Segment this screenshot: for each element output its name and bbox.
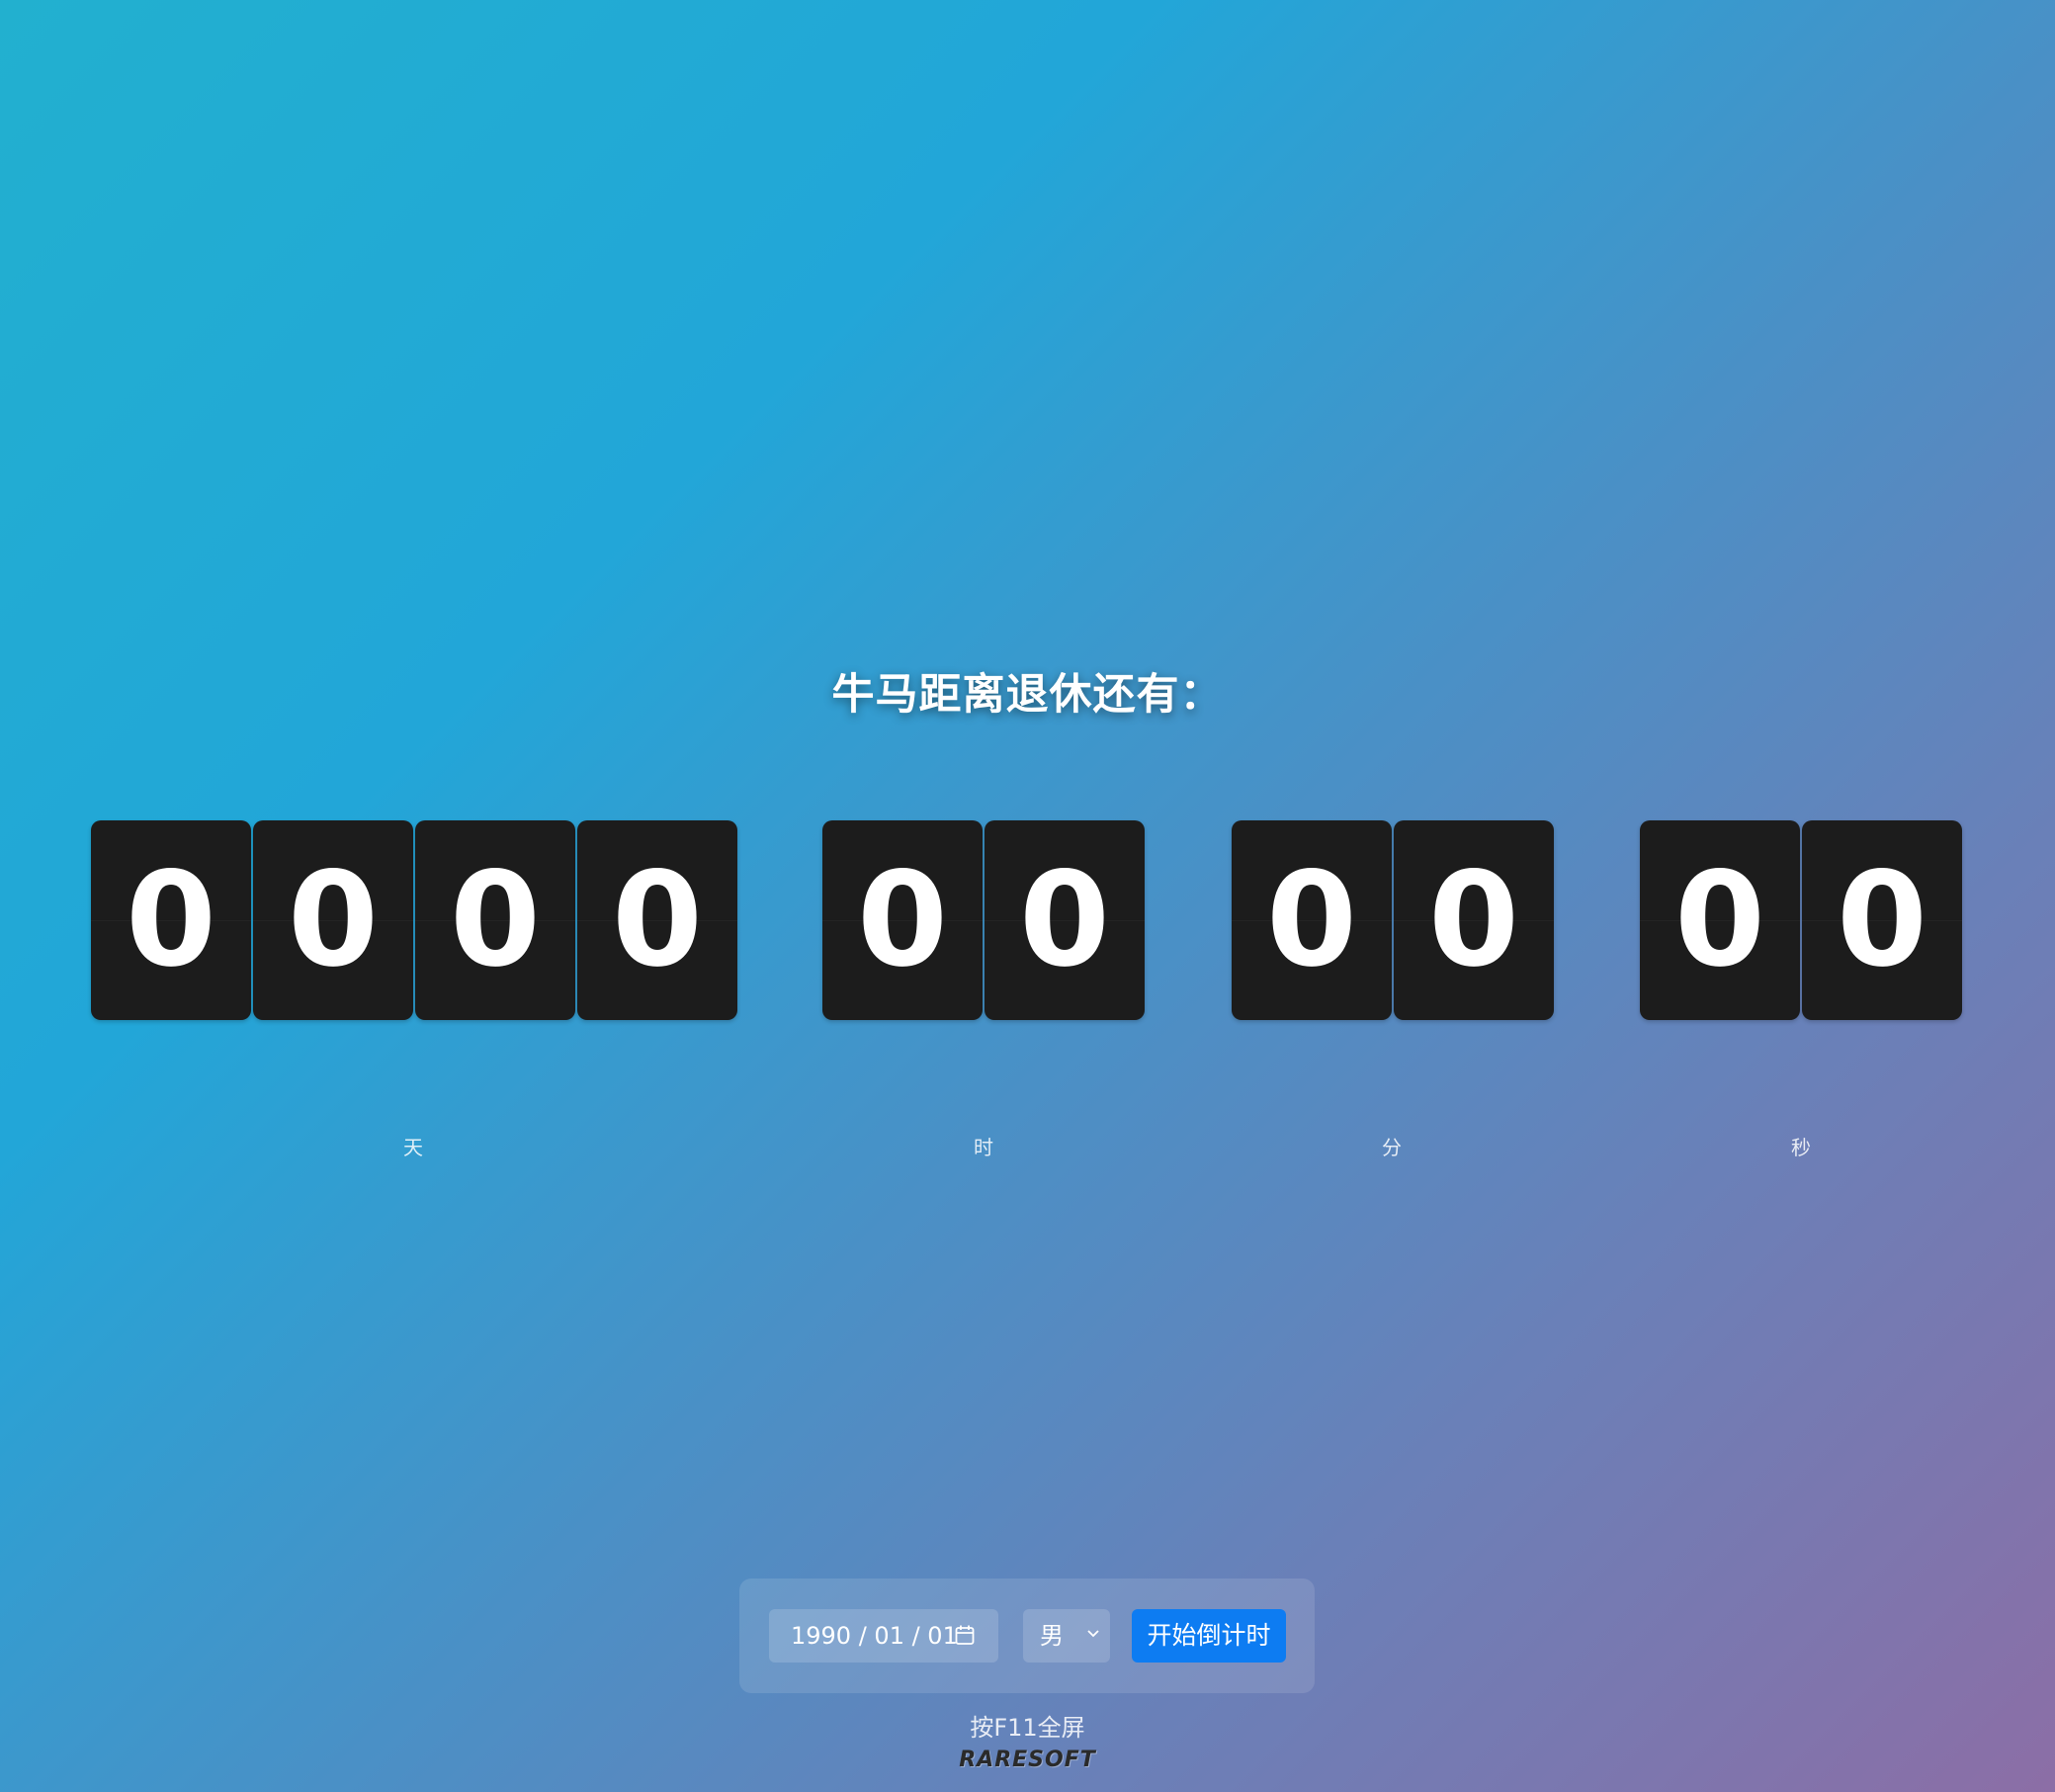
minutes-counter: 0 0 [1232,820,1554,1020]
seconds-counter: 0 0 [1640,820,1962,1020]
birth-date-input[interactable]: 1990 / 01 / 01 [769,1609,998,1663]
birth-date-value: 1990 / 01 / 01 [791,1622,958,1650]
days-label: 天 [403,1136,423,1159]
calendar-icon[interactable] [955,1624,975,1646]
hours-label: 时 [974,1136,993,1159]
digit-tile: 0 [577,820,737,1020]
start-countdown-button[interactable]: 开始倒计时 [1132,1609,1286,1663]
digit-tile: 0 [822,820,983,1020]
digit-tile: 0 [415,820,575,1020]
chevron-down-icon [1087,1630,1099,1638]
digit-tile: 0 [1394,820,1554,1020]
digit-tile: 0 [1640,820,1800,1020]
gender-value: 男 [1040,1622,1064,1650]
hours-counter: 0 0 [822,820,1145,1020]
seconds-label: 秒 [1791,1136,1811,1159]
gender-select[interactable]: 男 [1023,1609,1110,1663]
fullscreen-hint: 按F11全屏 [970,1714,1085,1742]
digit-tile: 0 [1802,820,1962,1020]
minutes-label: 分 [1382,1136,1402,1159]
digit-tile: 0 [253,820,413,1020]
page-title: 牛马距离退休还有： [831,670,1224,720]
controls-panel: 1990 / 01 / 01 男 开始倒计时 [739,1579,1315,1693]
digit-tile: 0 [91,820,251,1020]
brand-logo: RARESOFT [959,1748,1096,1772]
digit-tile: 0 [985,820,1145,1020]
days-counter: 0 0 0 0 [91,820,737,1020]
digit-tile: 0 [1232,820,1392,1020]
